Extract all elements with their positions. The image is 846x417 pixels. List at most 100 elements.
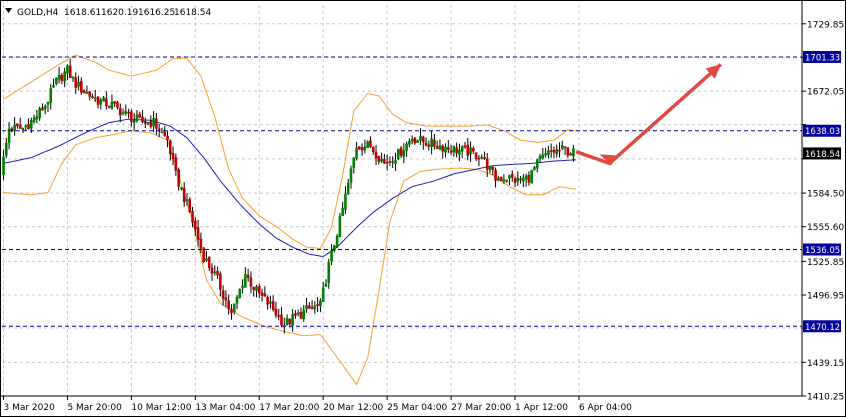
candle[interactable] bbox=[132, 112, 136, 131]
candle[interactable] bbox=[177, 167, 180, 191]
candle[interactable] bbox=[182, 182, 186, 207]
candle[interactable] bbox=[499, 176, 503, 182]
candle[interactable] bbox=[508, 174, 511, 186]
candle[interactable] bbox=[416, 139, 420, 143]
candle[interactable] bbox=[472, 146, 475, 155]
candle[interactable] bbox=[118, 103, 122, 123]
candle[interactable] bbox=[255, 284, 258, 298]
candle[interactable] bbox=[346, 178, 350, 196]
candle[interactable] bbox=[552, 146, 556, 159]
candle[interactable] bbox=[63, 67, 66, 88]
candle[interactable] bbox=[460, 145, 464, 159]
candle[interactable] bbox=[38, 106, 41, 121]
projection-arrow-line[interactable] bbox=[575, 63, 722, 166]
candle[interactable] bbox=[27, 118, 30, 130]
candle[interactable] bbox=[171, 146, 175, 166]
candle[interactable] bbox=[513, 176, 517, 188]
candle[interactable] bbox=[32, 114, 36, 124]
candle[interactable] bbox=[405, 141, 408, 157]
candle[interactable] bbox=[274, 301, 278, 319]
candle[interactable] bbox=[349, 165, 353, 189]
candle[interactable] bbox=[88, 90, 91, 101]
candle[interactable] bbox=[202, 247, 205, 264]
candle[interactable] bbox=[49, 84, 53, 110]
candle[interactable] bbox=[371, 146, 375, 155]
candle[interactable] bbox=[127, 108, 130, 119]
candle[interactable] bbox=[524, 173, 528, 187]
candle[interactable] bbox=[141, 110, 144, 124]
candle[interactable] bbox=[338, 212, 342, 238]
candle[interactable] bbox=[271, 295, 275, 312]
candle[interactable] bbox=[491, 166, 495, 176]
candle[interactable] bbox=[383, 154, 386, 165]
candle[interactable] bbox=[355, 141, 358, 161]
candle[interactable] bbox=[352, 157, 356, 174]
candle[interactable] bbox=[302, 305, 306, 322]
candle[interactable] bbox=[424, 137, 428, 147]
candle[interactable] bbox=[319, 298, 322, 313]
candle[interactable] bbox=[522, 173, 525, 188]
candle[interactable] bbox=[244, 267, 247, 288]
candle[interactable] bbox=[174, 153, 178, 176]
candle[interactable] bbox=[18, 117, 22, 129]
candle[interactable] bbox=[130, 109, 133, 127]
candle[interactable] bbox=[263, 286, 267, 297]
candle[interactable] bbox=[80, 77, 83, 95]
candle[interactable] bbox=[230, 304, 233, 320]
candle[interactable] bbox=[57, 67, 61, 84]
candle[interactable] bbox=[538, 153, 542, 163]
candle[interactable] bbox=[266, 295, 269, 310]
candle[interactable] bbox=[560, 140, 564, 150]
candle[interactable] bbox=[91, 93, 94, 99]
candle[interactable] bbox=[113, 101, 116, 108]
candle[interactable] bbox=[160, 127, 164, 134]
candle[interactable] bbox=[516, 171, 520, 186]
candle[interactable] bbox=[530, 169, 534, 184]
candle[interactable] bbox=[277, 308, 281, 321]
candle[interactable] bbox=[135, 110, 139, 123]
candle[interactable] bbox=[235, 295, 239, 310]
candle[interactable] bbox=[35, 110, 39, 124]
candle[interactable] bbox=[563, 146, 567, 155]
candle[interactable] bbox=[71, 76, 75, 82]
candle[interactable] bbox=[488, 165, 492, 174]
candle[interactable] bbox=[321, 281, 325, 303]
candle[interactable] bbox=[246, 268, 250, 282]
candle[interactable] bbox=[96, 96, 100, 109]
candle[interactable] bbox=[388, 156, 392, 166]
candle[interactable] bbox=[569, 152, 572, 156]
candle[interactable] bbox=[380, 152, 383, 163]
candle[interactable] bbox=[455, 142, 458, 158]
candle[interactable] bbox=[549, 143, 553, 158]
candle[interactable] bbox=[310, 300, 314, 310]
candle[interactable] bbox=[394, 152, 397, 172]
projection-arrow[interactable] bbox=[575, 63, 722, 166]
candle[interactable] bbox=[238, 288, 242, 299]
candle[interactable] bbox=[316, 297, 319, 313]
candle[interactable] bbox=[227, 294, 230, 315]
candle[interactable] bbox=[494, 167, 497, 188]
candle[interactable] bbox=[296, 309, 300, 317]
candle[interactable] bbox=[449, 144, 453, 155]
candle[interactable] bbox=[93, 89, 97, 103]
candle[interactable] bbox=[333, 244, 336, 253]
price-chart[interactable]: 1701.33 1638.03 1536.05 1470.12 1618.54 1729… bbox=[0, 0, 846, 417]
candle[interactable] bbox=[194, 217, 197, 237]
candle[interactable] bbox=[205, 250, 208, 262]
candle[interactable] bbox=[116, 100, 119, 110]
candle[interactable] bbox=[335, 234, 339, 248]
candle[interactable] bbox=[16, 123, 19, 129]
candle[interactable] bbox=[363, 139, 367, 154]
candle[interactable] bbox=[46, 101, 50, 113]
candle[interactable] bbox=[446, 140, 450, 154]
candle[interactable] bbox=[249, 271, 253, 294]
candle[interactable] bbox=[341, 201, 344, 217]
candle[interactable] bbox=[241, 279, 244, 294]
candle[interactable] bbox=[166, 130, 169, 148]
candle[interactable] bbox=[124, 104, 128, 116]
candle[interactable] bbox=[477, 154, 481, 167]
candle[interactable] bbox=[149, 115, 153, 129]
candle[interactable] bbox=[107, 105, 111, 109]
candle[interactable] bbox=[344, 186, 347, 215]
candle[interactable] bbox=[102, 95, 105, 102]
